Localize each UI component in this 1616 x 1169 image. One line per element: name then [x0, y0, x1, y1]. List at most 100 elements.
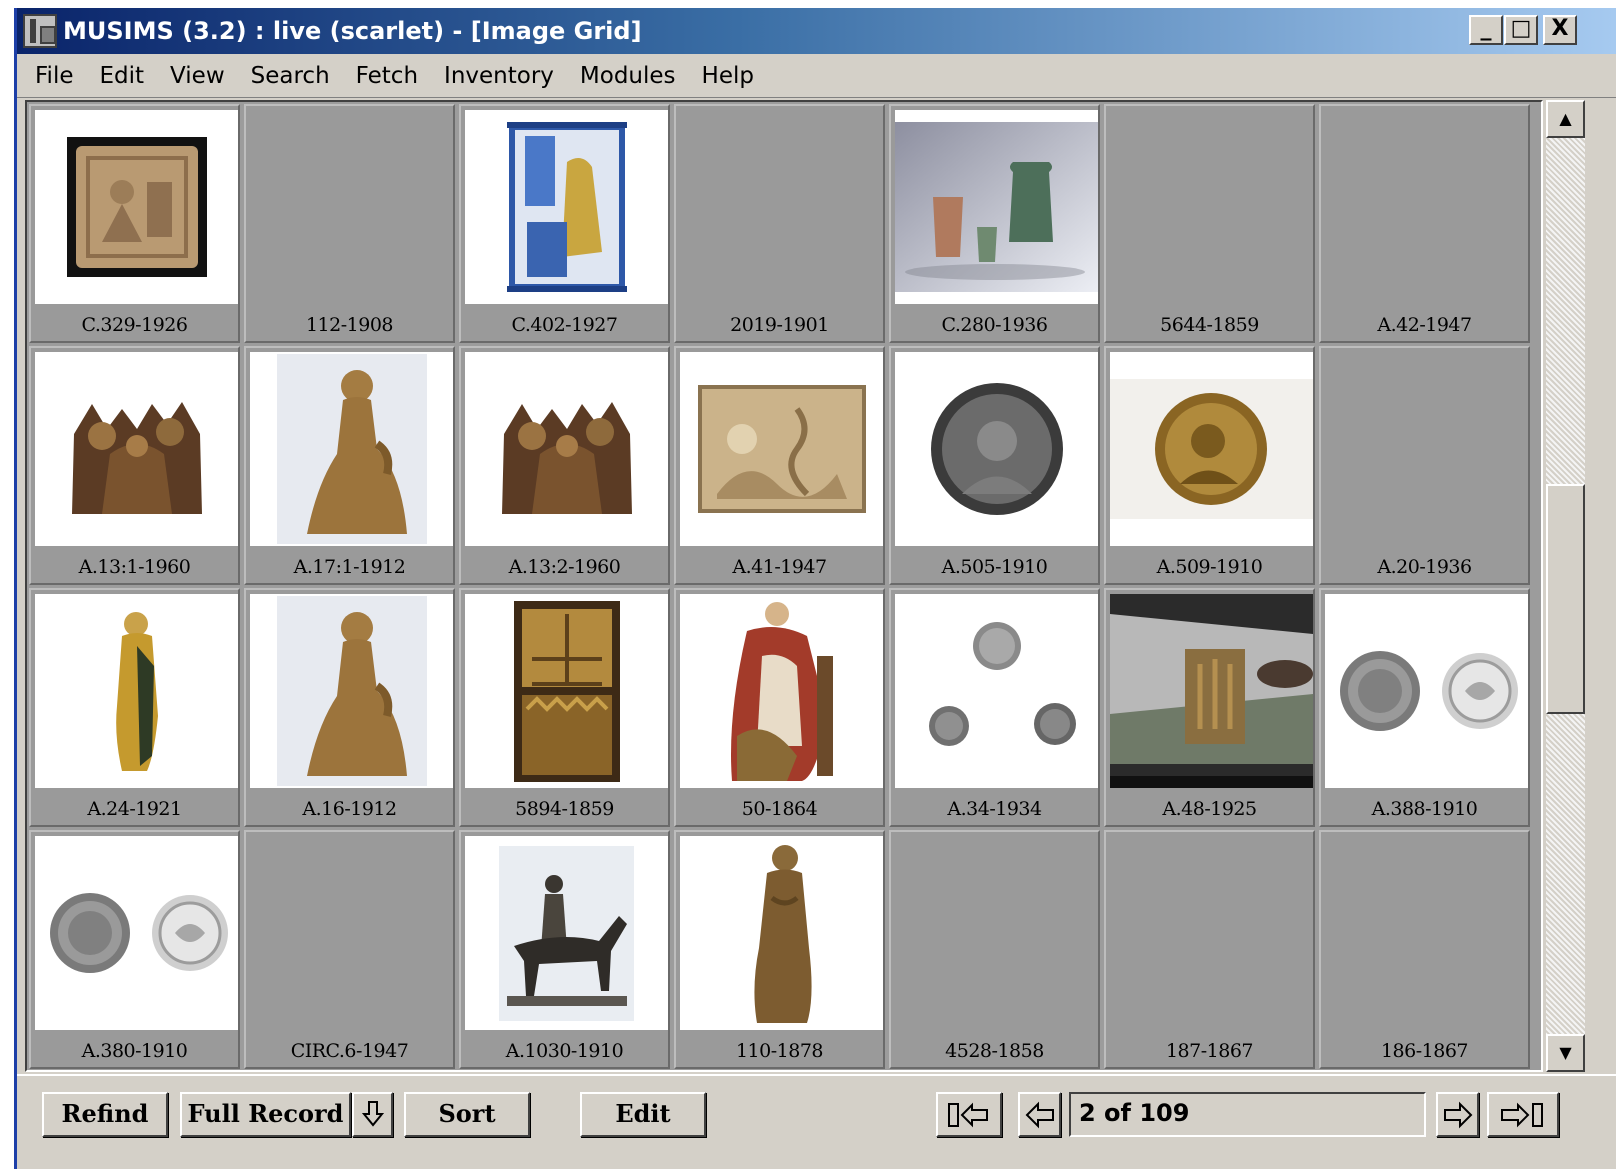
- grid-cell[interactable]: 5644-1859: [1104, 104, 1315, 343]
- thumbnail-image[interactable]: [895, 110, 1098, 304]
- object-number-label: 112-1908: [305, 314, 394, 336]
- grid-cell[interactable]: C.329-1926: [29, 104, 240, 343]
- thumbnail-image[interactable]: [1110, 594, 1313, 788]
- object-number-label: 186-1867: [1380, 1040, 1469, 1062]
- grid-cell[interactable]: 186-1867: [1319, 830, 1530, 1069]
- first-record-button[interactable]: [936, 1092, 1002, 1137]
- minimize-button[interactable]: _: [1469, 15, 1503, 45]
- full-record-button[interactable]: Full Record: [180, 1092, 351, 1137]
- thumbnail-image[interactable]: [465, 594, 668, 788]
- window-title: MUSIMS (3.2) : live (scarlet) - [Image G…: [63, 17, 642, 45]
- object-number-label: 4528-1858: [945, 1040, 1044, 1062]
- thumbnail-image[interactable]: [680, 836, 883, 1030]
- object-number-label: A.17:1-1912: [293, 556, 406, 578]
- grid-cell[interactable]: 187-1867: [1104, 830, 1315, 1069]
- menu-file[interactable]: File: [17, 63, 87, 89]
- object-number-label: 5894-1859: [515, 798, 614, 820]
- object-number-label: 187-1867: [1165, 1040, 1254, 1062]
- thumbnail-image[interactable]: [895, 594, 1098, 788]
- thumbnail-image[interactable]: [465, 836, 668, 1030]
- thumbnail-image[interactable]: [250, 594, 453, 788]
- grid-cell[interactable]: CIRC.6-1947: [244, 830, 455, 1069]
- full-record-dropdown-button[interactable]: [352, 1092, 393, 1137]
- object-number-label: A.41-1947: [732, 556, 827, 578]
- thumbnail-image[interactable]: [35, 594, 238, 788]
- grid-cell[interactable]: 50-1864: [674, 588, 885, 827]
- menu-modules[interactable]: Modules: [567, 63, 689, 89]
- maximize-button[interactable]: □: [1504, 15, 1538, 45]
- last-record-icon: [1501, 1102, 1543, 1127]
- menu-search[interactable]: Search: [238, 63, 343, 89]
- grid-cell[interactable]: C.402-1927: [459, 104, 670, 343]
- scroll-down-arrow-icon[interactable]: ▼: [1546, 1034, 1585, 1072]
- grid-cell[interactable]: A.17:1-1912: [244, 346, 455, 585]
- grid-cell[interactable]: 4528-1858: [889, 830, 1100, 1069]
- object-number-label: A.1030-1910: [505, 1040, 624, 1062]
- object-number-label: 2019-1901: [730, 314, 829, 336]
- grid-cell[interactable]: A.380-1910: [29, 830, 240, 1069]
- grid-cell[interactable]: 2019-1901: [674, 104, 885, 343]
- object-number-label: C.329-1926: [81, 314, 188, 336]
- object-number-label: A.34-1934: [947, 798, 1042, 820]
- thumbnail-image[interactable]: [895, 352, 1098, 546]
- scroll-up-arrow-icon[interactable]: ▲: [1546, 100, 1585, 138]
- first-record-icon: [948, 1102, 988, 1127]
- thumbnail-image[interactable]: [1325, 594, 1528, 788]
- menu-fetch[interactable]: Fetch: [343, 63, 431, 89]
- grid-cell[interactable]: A.20-1936: [1319, 346, 1530, 585]
- thumbnail-image[interactable]: [250, 352, 453, 546]
- object-number-label: 50-1864: [741, 798, 818, 820]
- grid-cell[interactable]: A.509-1910: [1104, 346, 1315, 585]
- object-number-label: A.48-1925: [1162, 798, 1257, 820]
- grid-cell[interactable]: A.1030-1910: [459, 830, 670, 1069]
- bottom-toolbar: Refind Full Record Sort Edit 2 of 109: [17, 1074, 1616, 1169]
- grid-cell[interactable]: C.280-1936: [889, 104, 1100, 343]
- thumbnail-image[interactable]: [35, 836, 238, 1030]
- object-number-label: A.380-1910: [81, 1040, 188, 1062]
- grid-cell[interactable]: 112-1908: [244, 104, 455, 343]
- object-number-label: A.13:1-1960: [78, 556, 191, 578]
- thumbnail-image[interactable]: [680, 594, 883, 788]
- grid-cell[interactable]: 110-1878: [674, 830, 885, 1069]
- grid-cell[interactable]: 5894-1859: [459, 588, 670, 827]
- scrollbar-thumb[interactable]: [1546, 484, 1585, 714]
- grid-cell[interactable]: A.13:2-1960: [459, 346, 670, 585]
- grid-cell[interactable]: A.42-1947: [1319, 104, 1530, 343]
- object-number-label: A.24-1921: [87, 798, 182, 820]
- record-position-field: 2 of 109: [1069, 1092, 1426, 1137]
- previous-record-button[interactable]: [1018, 1092, 1061, 1137]
- previous-record-icon: [1025, 1101, 1054, 1128]
- menu-edit[interactable]: Edit: [87, 63, 158, 89]
- menu-view[interactable]: View: [157, 63, 238, 89]
- object-number-label: A.20-1936: [1377, 556, 1472, 578]
- title-bar[interactable]: MUSIMS (3.2) : live (scarlet) - [Image G…: [17, 8, 1616, 54]
- vertical-scrollbar[interactable]: ▲ ▼: [1546, 100, 1585, 1072]
- grid-cell[interactable]: A.34-1934: [889, 588, 1100, 827]
- next-record-button[interactable]: [1436, 1092, 1479, 1137]
- thumbnail-image[interactable]: [35, 110, 238, 304]
- object-number-label: C.280-1936: [941, 314, 1048, 336]
- menu-bar: File Edit View Search Fetch Inventory Mo…: [17, 54, 1616, 98]
- grid-cell[interactable]: A.41-1947: [674, 346, 885, 585]
- thumbnail-image[interactable]: [680, 352, 883, 546]
- grid-cell[interactable]: A.24-1921: [29, 588, 240, 827]
- menu-help[interactable]: Help: [689, 63, 767, 89]
- grid-cell[interactable]: A.16-1912: [244, 588, 455, 827]
- thumbnail-image[interactable]: [465, 352, 668, 546]
- grid-cell[interactable]: A.13:1-1960: [29, 346, 240, 585]
- grid-cell[interactable]: A.505-1910: [889, 346, 1100, 585]
- sort-button[interactable]: Sort: [404, 1092, 530, 1137]
- object-number-label: A.16-1912: [302, 798, 397, 820]
- grid-cell[interactable]: A.388-1910: [1319, 588, 1530, 827]
- object-number-label: A.505-1910: [941, 556, 1048, 578]
- thumbnail-image[interactable]: [1110, 352, 1313, 546]
- edit-button[interactable]: Edit: [580, 1092, 706, 1137]
- grid-cell[interactable]: A.48-1925: [1104, 588, 1315, 827]
- close-button[interactable]: X: [1543, 15, 1577, 45]
- last-record-button[interactable]: [1487, 1092, 1559, 1137]
- object-number-label: A.509-1910: [1156, 556, 1263, 578]
- thumbnail-image[interactable]: [35, 352, 238, 546]
- thumbnail-image[interactable]: [465, 110, 668, 304]
- refind-button[interactable]: Refind: [42, 1092, 168, 1137]
- menu-inventory[interactable]: Inventory: [431, 63, 567, 89]
